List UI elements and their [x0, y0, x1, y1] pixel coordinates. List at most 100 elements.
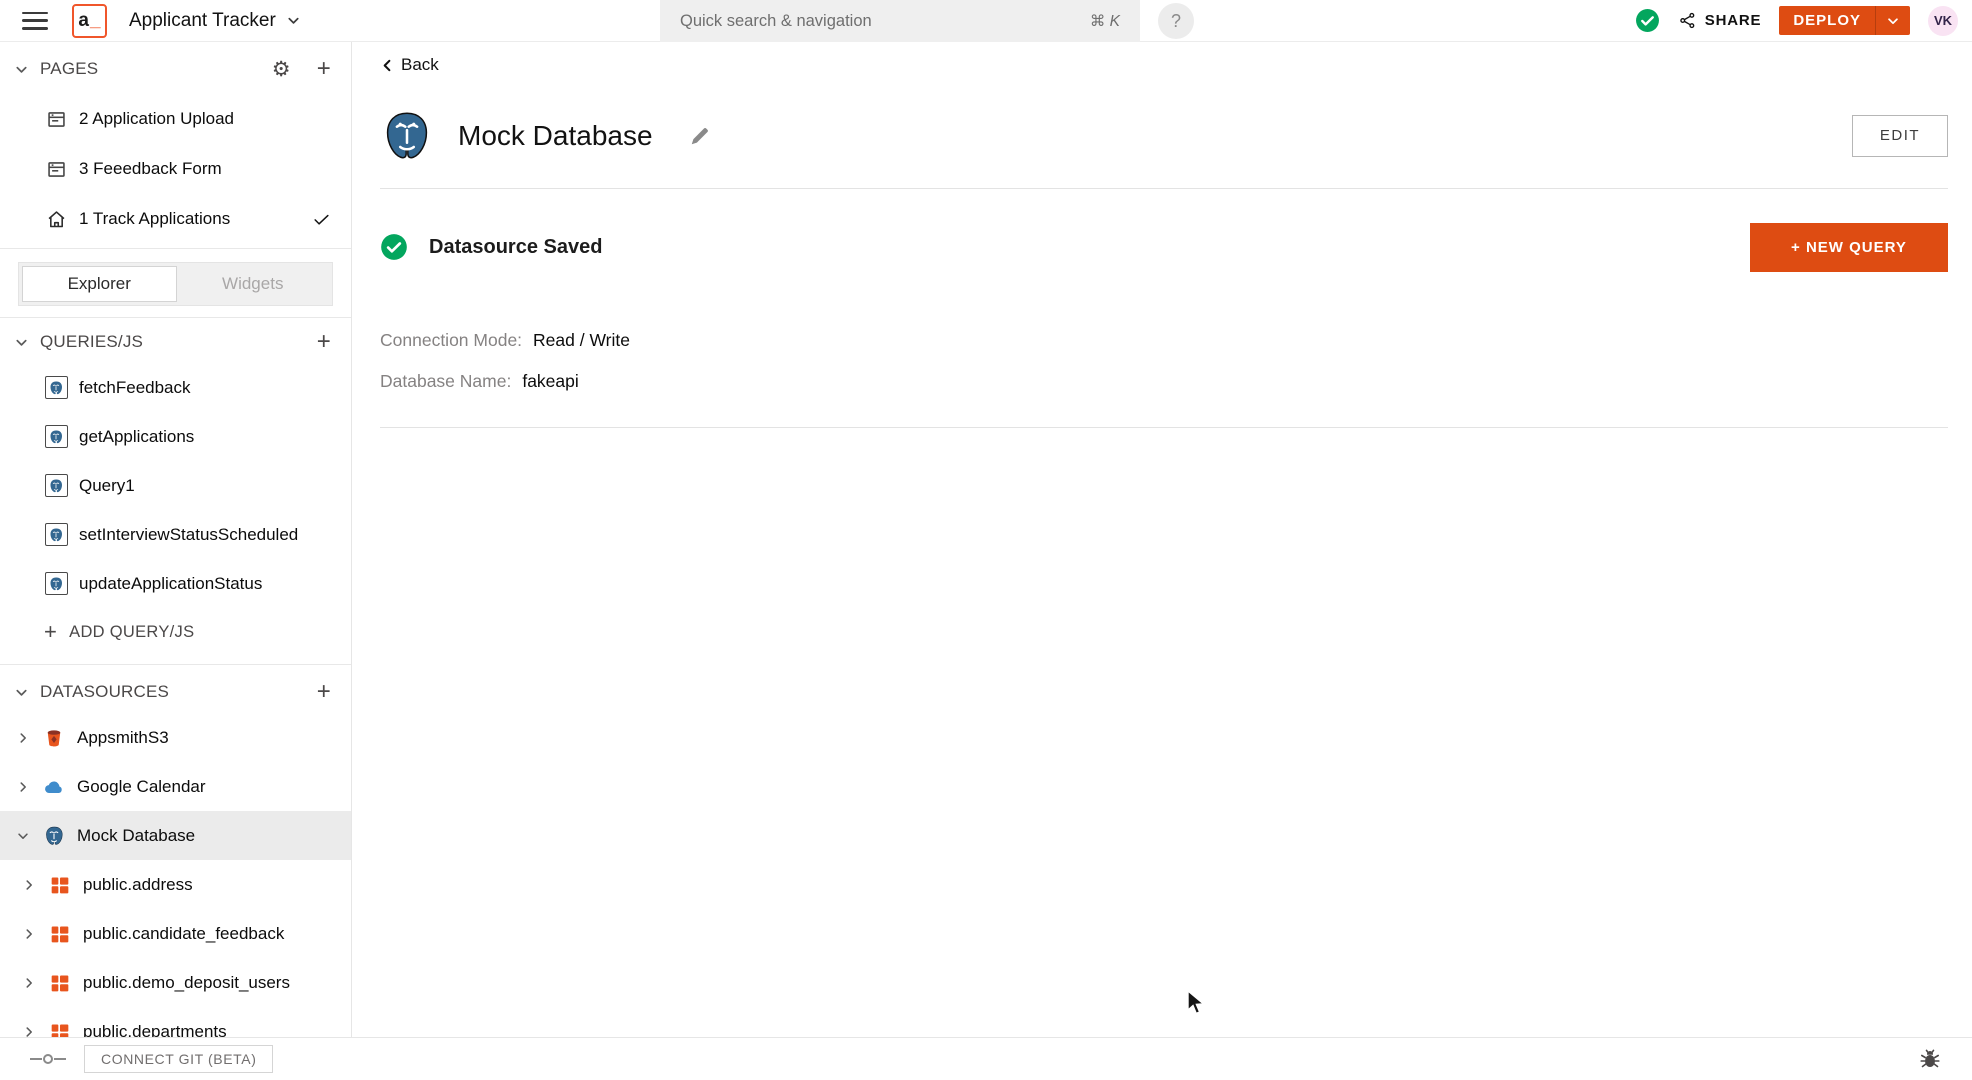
debug-bug-icon[interactable]	[1918, 1047, 1942, 1071]
sidebar-item-query-getapplications[interactable]: getApplications	[0, 412, 351, 461]
pages-section-label: PAGES	[40, 59, 99, 78]
chevron-right-icon[interactable]	[14, 731, 32, 745]
sidebar-item-query-setinterviewstatusscheduled[interactable]: setInterviewStatusScheduled	[0, 510, 351, 559]
appsmith-logo[interactable]: a _	[72, 3, 107, 38]
divider	[380, 426, 1948, 428]
sidebar-item-page-feedback-form[interactable]: 3 Feeedback Form	[0, 144, 351, 194]
hamburger-menu-icon[interactable]	[22, 11, 48, 30]
back-button[interactable]: Back	[380, 55, 439, 75]
edit-name-pencil-icon[interactable]	[689, 125, 711, 147]
datasource-title-row: Mock Database EDIT	[380, 108, 1948, 164]
table-icon	[48, 971, 72, 995]
sidebar-item-page-track-applications[interactable]: 1 Track Applications	[0, 194, 351, 244]
sidebar-item-query-updateapplicationstatus[interactable]: updateApplicationStatus	[0, 559, 351, 608]
sidebar-item-page-application-upload[interactable]: 2 Application Upload	[0, 94, 351, 144]
add-datasource-button[interactable]: +	[317, 680, 331, 704]
pages-settings-gear-icon[interactable]: ⚙	[272, 59, 291, 80]
table-icon	[48, 873, 72, 897]
sidebar-item-query-fetchfeedback[interactable]: fetchFeedback	[0, 363, 351, 412]
deploy-label: DEPLOY	[1793, 12, 1861, 29]
chevron-right-icon[interactable]	[20, 1025, 38, 1038]
bottom-bar: CONNECT GIT (BETA)	[0, 1037, 1972, 1079]
s3-icon	[42, 726, 66, 750]
share-button[interactable]: SHARE	[1678, 11, 1762, 30]
help-button[interactable]: ?	[1158, 3, 1194, 39]
sidebar-item-query-query1[interactable]: Query1	[0, 461, 351, 510]
table-icon	[48, 1020, 72, 1037]
page-item-label: 2 Application Upload	[79, 109, 235, 128]
database-name-row: Database Name: fakeapi	[380, 370, 1948, 394]
chevron-right-icon[interactable]	[20, 927, 38, 941]
sidebar-item-datasource-appsmiths3[interactable]: AppsmithS3	[0, 713, 351, 762]
divider	[0, 248, 351, 249]
divider	[380, 187, 1948, 189]
sidebar-tabs: Explorer Widgets	[18, 262, 333, 306]
top-header: a_ Applicant Tracker ⌘ K ? SHARE DEPLOY …	[0, 0, 1972, 42]
tab-explorer[interactable]: Explorer	[22, 266, 177, 302]
connect-git-button[interactable]: CONNECT GIT (BETA)	[84, 1044, 274, 1073]
chevron-down-icon[interactable]	[14, 685, 29, 700]
datasource-detail-panel: Back Mock Database EDIT Datasource Saved…	[352, 42, 1972, 1037]
chevron-down-icon[interactable]	[14, 335, 29, 350]
datasource-item-label: Mock Database	[77, 825, 196, 845]
datasources-section-header[interactable]: DATASOURCES +	[0, 671, 351, 713]
new-query-button[interactable]: + NEW QUERY	[1750, 222, 1948, 272]
datasource-item-label: Google Calendar	[77, 776, 206, 796]
add-page-button[interactable]: +	[317, 57, 331, 81]
datasources-section-label: DATASOURCES	[40, 682, 170, 701]
sidebar-item-datasource-mock-database[interactable]: Mock Database	[0, 811, 351, 860]
chevron-down-icon[interactable]	[14, 829, 32, 843]
sidebar-item-table-public-departments[interactable]: public.departments	[0, 1007, 351, 1037]
quick-search-bar[interactable]: ⌘ K	[660, 0, 1140, 42]
table-item-label: public.demo_deposit_users	[83, 972, 290, 992]
pages-section-header[interactable]: PAGES ⚙ +	[0, 48, 351, 90]
page-item-label: 1 Track Applications	[79, 209, 231, 228]
sidebar-item-datasource-google-calendar[interactable]: Google Calendar	[0, 762, 351, 811]
saved-check-icon	[1635, 8, 1660, 33]
chevron-right-icon[interactable]	[14, 780, 32, 794]
share-label: SHARE	[1704, 12, 1762, 29]
chevron-left-icon	[380, 58, 395, 73]
sidebar-item-table-public-candidate-feedback[interactable]: public.candidate_feedback	[0, 909, 351, 958]
add-query-js-label: ADD QUERY/JS	[69, 622, 195, 641]
active-page-check-icon	[312, 210, 331, 229]
queries-section-header[interactable]: QUERIES/JS +	[0, 321, 351, 363]
chevron-right-icon[interactable]	[20, 976, 38, 990]
postgres-icon	[44, 376, 68, 400]
sidebar-item-table-public-demo-deposit-users[interactable]: public.demo_deposit_users	[0, 958, 351, 1007]
cloud-icon	[42, 775, 66, 799]
app-title-menu[interactable]: Applicant Tracker	[129, 10, 301, 32]
add-query-plus-button[interactable]: +	[317, 330, 331, 354]
chevron-down-icon	[286, 13, 301, 28]
sidebar-item-table-public-address[interactable]: public.address	[0, 860, 351, 909]
database-name-label: Database Name:	[380, 371, 512, 391]
table-item-label: public.candidate_feedback	[83, 923, 285, 943]
add-query-js-button[interactable]: + ADD QUERY/JS	[0, 608, 351, 656]
page-icon	[44, 157, 68, 181]
queries-section-label: QUERIES/JS	[40, 332, 144, 351]
connection-mode-row: Connection Mode: Read / Write	[380, 329, 1948, 353]
table-item-label: public.departments	[83, 1021, 227, 1038]
edit-button[interactable]: EDIT	[1852, 114, 1948, 157]
postgres-icon	[44, 425, 68, 449]
share-icon	[1678, 11, 1697, 30]
user-avatar[interactable]: VK	[1928, 5, 1958, 36]
tab-widgets[interactable]: Widgets	[177, 266, 330, 302]
postgres-icon	[44, 523, 68, 547]
page-item-label: 3 Feeedback Form	[79, 159, 222, 178]
search-shortcut-hint: ⌘ K	[1089, 12, 1120, 30]
deploy-button[interactable]: DEPLOY	[1779, 6, 1910, 35]
page-icon	[44, 107, 68, 131]
postgres-icon	[44, 572, 68, 596]
explorer-sidebar: PAGES ⚙ + 2 Application Upload 3 Feeedba…	[0, 42, 352, 1037]
table-icon	[48, 922, 72, 946]
chevron-right-icon[interactable]	[20, 878, 38, 892]
deploy-options-caret[interactable]	[1875, 6, 1910, 35]
search-input[interactable]	[680, 11, 1090, 31]
chevron-down-icon[interactable]	[14, 62, 29, 77]
query-item-label: updateApplicationStatus	[79, 573, 263, 593]
home-icon	[44, 207, 68, 231]
plus-icon: +	[44, 619, 58, 644]
divider	[0, 317, 351, 318]
datasource-item-label: AppsmithS3	[77, 727, 169, 747]
